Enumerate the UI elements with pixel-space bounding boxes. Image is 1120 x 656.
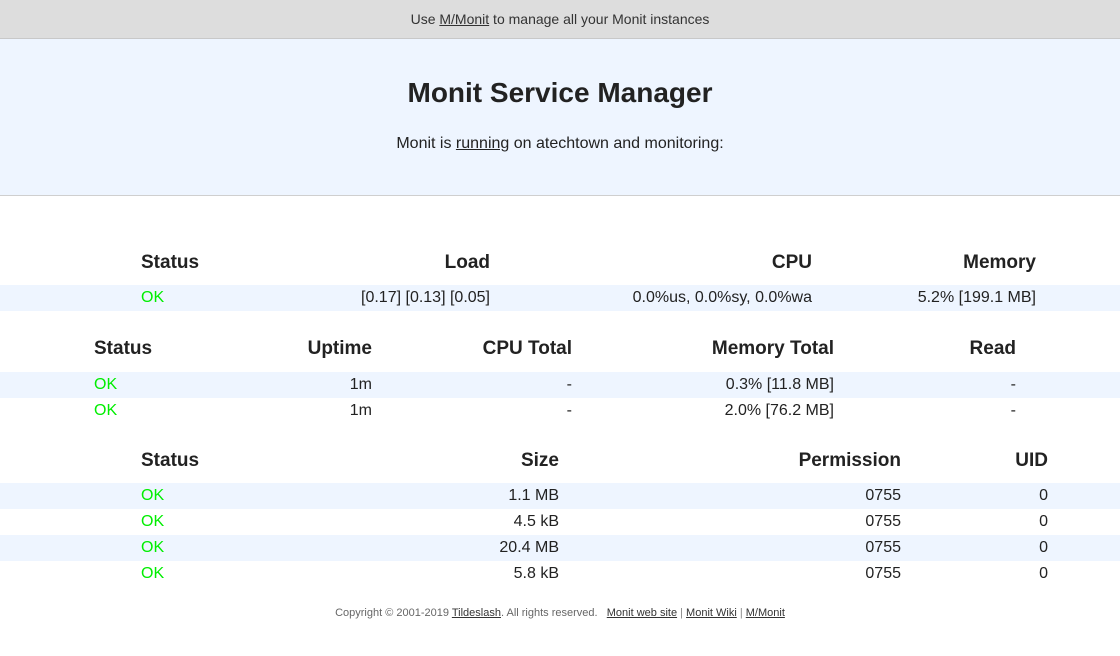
uptime-value: 1m (349, 402, 372, 419)
page-title: Monit Service Manager (407, 77, 713, 108)
column-header-size: Size (520, 450, 559, 471)
uid-value: 0 (1039, 487, 1048, 504)
table-row[interactable]: OK [0.17] [0.13] [0.05] 0.0%us, 0.0%sy, … (0, 285, 1120, 311)
status-line: Monit is running on atechtown and monito… (0, 135, 1120, 153)
uid-value: 0 (1039, 539, 1048, 556)
table-header-row: Status Uptime CPU Total Memory Total Rea… (0, 334, 1120, 364)
permission-value: 0755 (865, 539, 901, 556)
copyright-prefix: Copyright © 2001-2019 (335, 607, 452, 619)
footer-separator: | (739, 607, 743, 619)
system-table: Status Load CPU Memory OK [0.17] [0.13] … (0, 248, 1120, 311)
table-header-row: Status Size Permission UID (0, 446, 1120, 476)
memory-total-value: 0.3% [11.8 MB] (725, 376, 834, 393)
column-header-status: Status (141, 252, 200, 273)
page-footer: Copyright © 2001-2019 Tildeslash. All ri… (0, 607, 1120, 619)
cpu-value: 0.0%us, 0.0%sy, 0.0%wa (632, 289, 812, 306)
status-badge: OK (141, 539, 165, 556)
permission-value: 0755 (865, 513, 901, 530)
memory-total-value: 2.0% [76.2 MB] (724, 402, 834, 419)
permission-value: 0755 (865, 487, 901, 504)
uptime-value: 1m (349, 376, 372, 393)
column-header-cpu: CPU (771, 252, 812, 273)
size-value: 20.4 MB (499, 539, 559, 556)
mmonit-footer-link[interactable]: M/Monit (746, 607, 785, 619)
top-banner-suffix: to manage all your Monit instances (489, 11, 710, 27)
status-line-suffix: on atechtown and monitoring: (509, 135, 724, 152)
column-header-memory-total: Memory Total (711, 338, 834, 359)
uid-value: 0 (1039, 513, 1048, 530)
table-row[interactable]: OK 1.1 MB 0755 0 (0, 483, 1120, 509)
status-badge: OK (141, 289, 165, 306)
mmonit-link[interactable]: M/Monit (439, 11, 489, 27)
column-header-status: Status (141, 450, 200, 471)
status-badge: OK (94, 376, 118, 393)
column-header-cpu-total: CPU Total (482, 338, 572, 359)
memory-value: 5.2% [199.1 MB] (917, 289, 1036, 306)
column-header-status: Status (94, 338, 153, 359)
table-row[interactable]: OK 5.8 kB 0755 0 (0, 561, 1120, 587)
size-value: 4.5 kB (513, 513, 559, 530)
read-value: - (1010, 376, 1016, 393)
monit-web-site-link[interactable]: Monit web site (607, 607, 677, 619)
status-badge: OK (94, 402, 118, 419)
load-value: [0.17] [0.13] [0.05] (361, 289, 490, 306)
cpu-total-value: - (566, 402, 572, 419)
column-header-memory: Memory (963, 252, 1036, 273)
permission-value: 0755 (865, 565, 901, 582)
uid-value: 0 (1039, 565, 1048, 582)
column-header-uptime: Uptime (307, 338, 372, 359)
running-link[interactable]: running (456, 135, 509, 152)
column-header-permission: Permission (798, 450, 901, 471)
size-value: 5.8 kB (513, 565, 559, 582)
status-badge: OK (141, 565, 165, 582)
copyright-suffix: . All rights reserved. (500, 607, 598, 619)
page-header: Monit Service Manager Monit is running o… (0, 39, 1120, 196)
cpu-total-value: - (566, 376, 572, 393)
status-badge: OK (141, 513, 165, 530)
top-banner-prefix: Use (410, 11, 440, 27)
status-line-prefix: Monit is (396, 135, 456, 152)
table-row[interactable]: OK 1m - 2.0% [76.2 MB] - (0, 398, 1120, 424)
read-value: - (1010, 402, 1016, 419)
column-header-load: Load (444, 252, 490, 273)
table-row[interactable]: OK 1m - 0.3% [11.8 MB] - (0, 372, 1120, 398)
footer-separator: | (680, 607, 683, 619)
top-banner: Use M/Monit to manage all your Monit ins… (0, 0, 1120, 39)
table-header-row: Status Load CPU Memory (0, 248, 1120, 278)
file-table: Status Size Permission UID OK 1.1 MB 075… (0, 446, 1120, 587)
size-value: 1.1 MB (508, 487, 559, 504)
monit-wiki-link[interactable]: Monit Wiki (686, 607, 737, 619)
status-badge: OK (141, 487, 165, 504)
table-row[interactable]: OK 4.5 kB 0755 0 (0, 509, 1120, 535)
column-header-read: Read (969, 338, 1016, 359)
tildeslash-link[interactable]: Tildeslash (452, 607, 501, 619)
process-table: Status Uptime CPU Total Memory Total Rea… (0, 334, 1120, 424)
column-header-uid: UID (1015, 450, 1048, 471)
table-row[interactable]: OK 20.4 MB 0755 0 (0, 535, 1120, 561)
